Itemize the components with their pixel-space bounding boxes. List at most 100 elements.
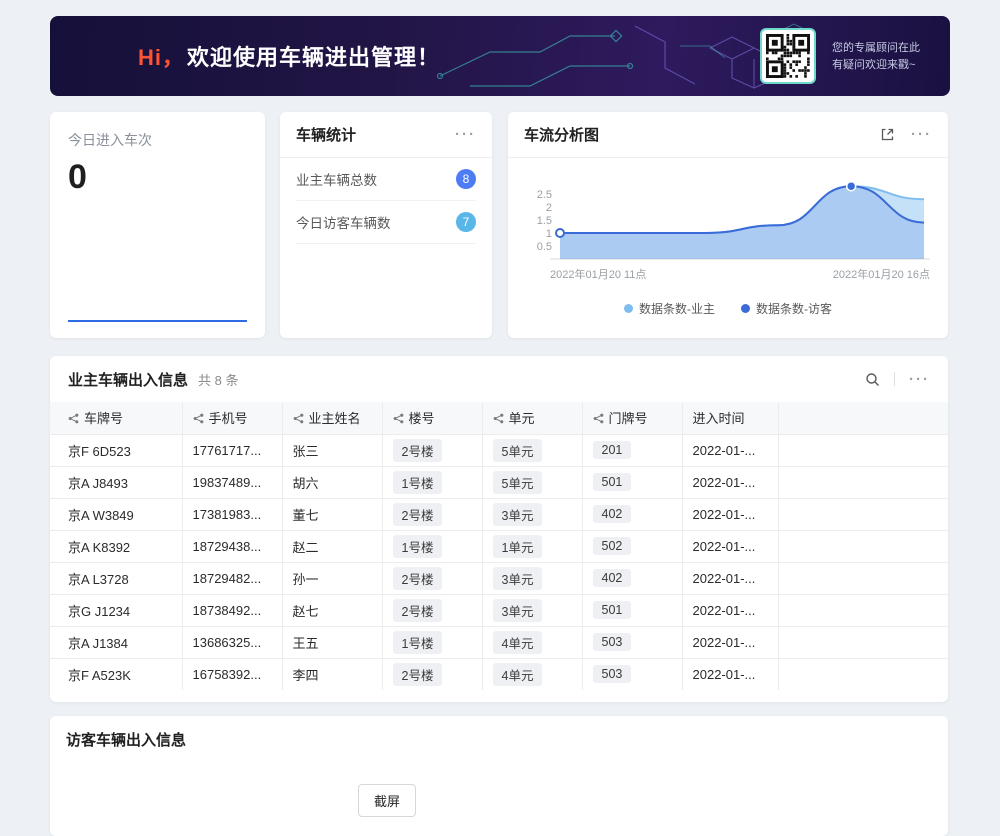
table-cell: 京A W3849	[50, 498, 182, 530]
cell-tag: 4单元	[493, 663, 543, 686]
table-cell: 2号楼	[382, 562, 482, 594]
table-cell: 王五	[282, 626, 382, 658]
legend-dot-icon	[741, 304, 750, 313]
column-label: 业主姓名	[309, 411, 361, 426]
table-row[interactable]: 京G J123418738492...赵七2号楼3单元5012022-01-..…	[50, 594, 948, 626]
table-cell: 李四	[282, 658, 382, 690]
table-row[interactable]: 京A W384917381983...董七 2号楼 3单元 402 2022-01-..…	[50, 498, 948, 530]
table-cell: 京A K8392	[50, 530, 182, 562]
table-cell: 5单元	[482, 434, 582, 466]
stat-label: 今日访客车辆数	[296, 212, 391, 232]
field-type-icon	[193, 413, 204, 424]
table-cell-empty	[778, 658, 948, 690]
table-cell: 1号楼	[382, 530, 482, 562]
column-header[interactable]: 门牌号	[582, 402, 682, 434]
table-cell: 503	[582, 658, 682, 690]
table-cell: 2022-01-...	[682, 466, 778, 498]
table-cell-empty	[778, 434, 948, 466]
export-icon[interactable]	[880, 127, 895, 142]
banner-greeting: Hi， 欢迎使用车辆进出管理！	[138, 16, 440, 96]
table-cell: 201	[582, 434, 682, 466]
cell-tag: 501	[593, 601, 632, 619]
table-cell: 4单元	[482, 658, 582, 690]
svg-text:1.5: 1.5	[537, 215, 552, 227]
table-cell: 张三	[282, 434, 382, 466]
table-cell: 3单元	[482, 498, 582, 530]
table-row[interactable]: 京A K839218729438...赵二1号楼1单元5022022-01-..…	[50, 530, 948, 562]
traffic-chart-card: 车流分析图 ··· 0.511.522.52022年01月20 11点2022年…	[508, 112, 948, 338]
table-cell: 京F A523K	[50, 658, 182, 690]
table-cell: 2022-01-...	[682, 498, 778, 530]
table-cell: 2022-01-...	[682, 658, 778, 690]
qr-pattern	[766, 34, 810, 78]
table-cell: 17381983...	[182, 498, 282, 530]
table-cell: 19837489...	[182, 466, 282, 498]
cell-tag: 2号楼	[393, 503, 443, 526]
table-row[interactable]: 京A J138413686325...王五1号楼4单元5032022-01-..…	[50, 626, 948, 658]
today-entries-title: 今日进入车次	[50, 112, 265, 150]
svg-text:2022年01月20 16点: 2022年01月20 16点	[833, 267, 930, 281]
table-cell-empty	[778, 594, 948, 626]
vehicle-stats-card: 车辆统计 ··· 业主车辆总数8今日访客车辆数7	[280, 112, 492, 338]
table-cell-empty	[778, 498, 948, 530]
qr-caption-line1: 您的专属顾问在此	[832, 40, 920, 57]
table-cell: 京A J1384	[50, 626, 182, 658]
legend-item[interactable]: 数据条数-访客	[741, 300, 832, 317]
more-menu-icon[interactable]: ···	[455, 127, 476, 142]
table-cell: 2022-01-...	[682, 530, 778, 562]
column-header[interactable]: 车牌号	[50, 402, 182, 434]
table-cell: 402	[582, 562, 682, 594]
table-cell: 503	[582, 626, 682, 658]
table-cell: 2号楼	[382, 658, 482, 690]
cell-tag: 2号楼	[393, 663, 443, 686]
table-row[interactable]: 京F A523K16758392...李四 2号楼 4单元 503 2022-01-..…	[50, 658, 948, 690]
column-header[interactable]: 单元	[482, 402, 582, 434]
stat-item: 业主车辆总数 8	[296, 158, 476, 201]
table-cell: 赵二	[282, 530, 382, 562]
table-cell: 京A L3728	[50, 562, 182, 594]
owner-vehicles-card: 业主车辆出入信息 共 8 条 ··· 车牌号手机号业主姓名楼号单元门牌号进入时间…	[50, 356, 948, 702]
column-header[interactable]: 业主姓名	[282, 402, 382, 434]
cell-tag: 2号楼	[393, 567, 443, 590]
column-header[interactable]: 手机号	[182, 402, 282, 434]
table-cell: 16758392...	[182, 658, 282, 690]
table-cell: 2号楼	[382, 594, 482, 626]
cell-tag: 503	[593, 665, 632, 683]
table-cell: 胡六	[282, 466, 382, 498]
table-row[interactable]: 京F 6D52317761717...张三2号楼5单元2012022-01-..…	[50, 434, 948, 466]
today-entries-card: 今日进入车次 0	[50, 112, 265, 338]
table-cell: 5单元	[482, 466, 582, 498]
cell-tag: 501	[593, 473, 632, 491]
table-cell: 17761717...	[182, 434, 282, 466]
today-chart-axis	[68, 320, 247, 322]
cell-tag: 1单元	[493, 535, 543, 558]
table-cell: 2022-01-...	[682, 434, 778, 466]
cell-tag: 5单元	[493, 439, 543, 462]
screenshot-button[interactable]: 截屏	[358, 784, 416, 817]
table-cell: 2022-01-...	[682, 626, 778, 658]
legend-item[interactable]: 数据条数-业主	[624, 300, 715, 317]
owner-vehicles-table: 车牌号手机号业主姓名楼号单元门牌号进入时间 京F 6D52317761717..…	[50, 402, 948, 690]
cell-tag: 1号楼	[393, 631, 443, 654]
table-cell: 3单元	[482, 562, 582, 594]
table-cell-empty	[778, 530, 948, 562]
greeting-hi: Hi，	[138, 40, 185, 72]
cell-tag: 402	[593, 505, 632, 523]
cell-tag: 402	[593, 569, 632, 587]
owner-table-title: 业主车辆出入信息	[68, 369, 188, 390]
more-menu-icon[interactable]: ···	[909, 372, 930, 387]
table-row[interactable]: 京A J849319837489...胡六1号楼5单元5012022-01-..…	[50, 466, 948, 498]
table-cell: 赵七	[282, 594, 382, 626]
table-cell: 孙一	[282, 562, 382, 594]
column-header[interactable]: 楼号	[382, 402, 482, 434]
table-row[interactable]: 京A L372818729482...孙一2号楼3单元4022022-01-..…	[50, 562, 948, 594]
more-menu-icon[interactable]: ···	[911, 127, 932, 142]
search-icon[interactable]	[865, 372, 880, 387]
table-cell: 1单元	[482, 530, 582, 562]
table-cell: 董七	[282, 498, 382, 530]
column-header[interactable]: 进入时间	[682, 402, 778, 434]
stat-badge: 8	[456, 169, 476, 189]
qr-caption-line2: 有疑问欢迎来戳~	[832, 57, 920, 74]
stat-label: 业主车辆总数	[296, 169, 377, 189]
divider	[894, 372, 895, 386]
